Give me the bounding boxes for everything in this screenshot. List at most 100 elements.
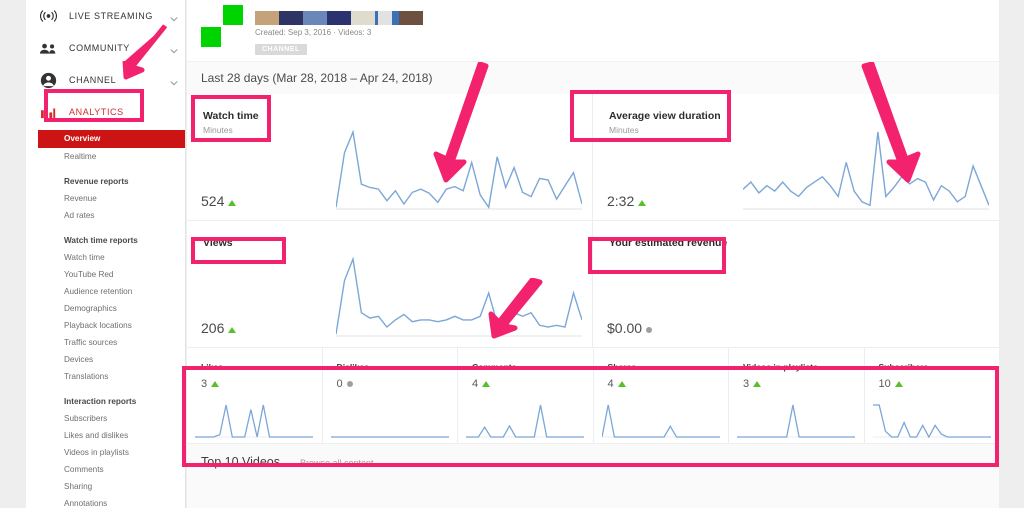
card-value-row: 206 [201, 320, 237, 336]
card-value-row: 4 [472, 378, 491, 390]
card-value-row: 10 [879, 378, 903, 390]
sidebar-item-demographics[interactable]: Demographics [26, 300, 185, 317]
card-title: Subscribers [878, 362, 929, 372]
card-title: Watch time [203, 110, 259, 122]
sidebar-item-label: CHANNEL [69, 75, 117, 85]
sidebar-item-likes-and-dislikes[interactable]: Likes and dislikes [26, 427, 185, 444]
card-value-row: 524 [201, 193, 237, 209]
card-title: Dislikes [336, 362, 370, 372]
trend-up-icon [638, 200, 647, 206]
sidebar-item-devices[interactable]: Devices [26, 351, 185, 368]
card-estimated-revenue[interactable]: Your estimated revenue $0.00 [593, 221, 999, 348]
sidebar-item-youtube-red[interactable]: YouTube Red [26, 266, 185, 283]
analytics-bar-chart-icon [38, 102, 58, 122]
card-title: Average view duration [609, 110, 721, 122]
card-title: Likes [201, 362, 223, 372]
card-value: 4 [472, 378, 479, 390]
card-videos-in-playlists[interactable]: Videos in playlists 3 [729, 348, 865, 443]
banner-swatch [327, 11, 351, 25]
trend-flat-icon [646, 327, 653, 333]
sidebar-item-overview[interactable]: Overview [38, 130, 185, 148]
trend-flat-icon [346, 381, 353, 387]
card-title: Views [203, 237, 233, 249]
card-value: 4 [607, 378, 614, 390]
card-value: 2:32 [607, 193, 635, 209]
browse-all-content-link[interactable]: Browse all content [300, 458, 374, 468]
sidebar-sub-nav: Overview Realtime Revenue reports Revenu… [26, 128, 185, 508]
card-comments[interactable]: Comments 4 [458, 348, 594, 443]
trend-up-icon [753, 381, 762, 387]
card-dislikes[interactable]: Dislikes 0 [323, 348, 458, 443]
chevron-down-icon[interactable] [169, 75, 179, 86]
main-content: Created: Sep 3, 2016 · Videos: 3 CHANNEL… [187, 0, 999, 508]
sidebar-group-watch-time-reports[interactable]: Watch time reports [26, 232, 185, 249]
banner-swatch [255, 11, 279, 25]
sidebar-item-playback-locations[interactable]: Playback locations [26, 317, 185, 334]
sidebar-item-channel[interactable]: CHANNEL [26, 64, 185, 96]
live-streaming-icon [38, 6, 58, 26]
card-title: Comments [472, 362, 517, 372]
sparkline-dislikes [330, 436, 449, 438]
card-watch-time[interactable]: Watch time Minutes 524 [187, 94, 593, 221]
sidebar-item-audience-retention[interactable]: Audience retention [26, 283, 185, 300]
date-range-label[interactable]: Last 28 days (Mar 28, 2018 – Apr 24, 201… [187, 62, 999, 94]
community-icon [38, 38, 58, 58]
sparkline-watch-time [336, 130, 582, 210]
sidebar-item-live-streaming[interactable]: LIVE STREAMING [26, 0, 185, 32]
trend-up-icon [228, 200, 237, 206]
card-subtitle: Minutes [609, 125, 639, 135]
sidebar-item-translations[interactable]: Translations [26, 368, 185, 385]
banner-swatch [279, 11, 303, 25]
secondary-metric-row: Likes 3 Dislikes 0 Comments 4 Shares 4 Videos in… [187, 348, 999, 444]
channel-icon [38, 70, 58, 90]
card-views[interactable]: Views 206 [187, 221, 593, 348]
sparkline-subscribers [872, 404, 991, 439]
chevron-down-icon[interactable] [169, 11, 179, 22]
sidebar-item-watch-time[interactable]: Watch time [26, 249, 185, 266]
card-value: 524 [201, 193, 225, 209]
card-value: $0.00 [607, 320, 643, 336]
card-value: 3 [743, 378, 750, 390]
sidebar-item-ad-rates[interactable]: Ad rates [26, 207, 185, 224]
sidebar-item-traffic-sources[interactable]: Traffic sources [26, 334, 185, 351]
sidebar-item-subscribers[interactable]: Subscribers [26, 410, 185, 427]
card-subtitle: Minutes [203, 125, 233, 135]
sidebar-item-videos-in-playlists[interactable]: Videos in playlists [26, 444, 185, 461]
banner-swatch [351, 11, 375, 25]
sidebar-item-label: COMMUNITY [69, 43, 130, 53]
card-average-view-duration[interactable]: Average view duration Minutes 2:32 [593, 94, 999, 221]
sparkline-videos-in-playlists [737, 404, 855, 438]
card-value-row: 3 [201, 378, 220, 390]
sidebar-item-revenue[interactable]: Revenue [26, 190, 185, 207]
sidebar-item-label: LIVE STREAMING [69, 11, 153, 21]
trend-up-icon [482, 381, 491, 387]
sparkline-estimated-revenue [743, 257, 989, 339]
channel-logo [201, 5, 245, 53]
top-videos-section: Top 10 Videos Browse all content [187, 444, 999, 469]
sparkline-likes [195, 404, 313, 438]
section-title: Top 10 Videos [201, 455, 280, 469]
card-subscribers[interactable]: Subscribers 10 [865, 348, 1000, 443]
sidebar-item-sharing[interactable]: Sharing [26, 478, 185, 495]
metric-card-grid: Watch time Minutes 524 Average view dura… [187, 94, 999, 348]
card-likes[interactable]: Likes 3 [187, 348, 323, 443]
card-value-row: 4 [608, 378, 626, 390]
youtube-analytics-overview-page: LIVE STREAMING COMMUNITY CHANNEL ANALYTI… [0, 0, 1024, 508]
sidebar-item-annotations[interactable]: Annotations [26, 495, 185, 508]
sidebar-item-comments[interactable]: Comments [26, 461, 185, 478]
sidebar-item-analytics[interactable]: ANALYTICS [26, 96, 185, 128]
sidebar-item-community[interactable]: COMMUNITY [26, 32, 185, 64]
sparkline-views [336, 257, 582, 337]
sparkline-comments [466, 404, 584, 438]
sparkline-shares [601, 404, 720, 438]
card-shares[interactable]: Shares 4 [594, 348, 729, 443]
card-value-row: 2:32 [607, 193, 647, 209]
left-sidebar: LIVE STREAMING COMMUNITY CHANNEL ANALYTI… [26, 0, 186, 508]
trend-up-icon [228, 327, 237, 333]
card-value-row: $0.00 [607, 320, 653, 336]
sidebar-group-interaction-reports[interactable]: Interaction reports [26, 393, 185, 410]
chevron-down-icon[interactable] [169, 43, 179, 54]
sidebar-item-realtime[interactable]: Realtime [26, 148, 185, 165]
channel-meta: Created: Sep 3, 2016 · Videos: 3 [255, 28, 372, 37]
sidebar-group-revenue-reports[interactable]: Revenue reports [26, 173, 185, 190]
